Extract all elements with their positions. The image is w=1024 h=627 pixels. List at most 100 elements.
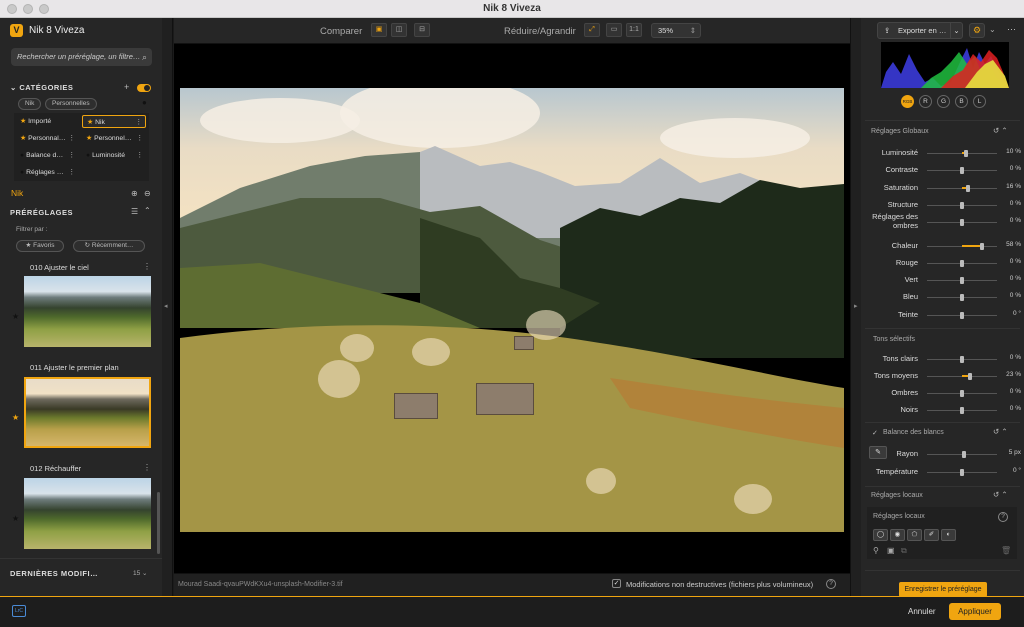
category-item[interactable]: ● Réglages … ⋮ (16, 166, 78, 179)
star-icon[interactable]: ★ (12, 514, 19, 523)
search-input[interactable]: Rechercher un préréglage, un filtre… ⌕ (11, 48, 152, 66)
preset-thumbnail[interactable] (24, 478, 151, 549)
help-icon[interactable]: ? (998, 512, 1008, 522)
categories-header[interactable]: ⌄ CATÉGORIES (10, 83, 73, 92)
recent-filter-button[interactable]: ↻ Récemment… (73, 240, 145, 252)
favorites-filter-button[interactable]: ★ Favoris (16, 240, 64, 252)
luminosity-mask-icon[interactable]: ◐ (941, 529, 956, 541)
slider-track[interactable] (927, 373, 997, 380)
remove-circle-icon[interactable]: ⊖ (144, 189, 151, 198)
left-panel-collapse[interactable]: ◂ (162, 18, 173, 596)
slider-track[interactable] (927, 259, 997, 267)
category-item[interactable]: ★ Importé (16, 115, 78, 128)
duplicate-icon[interactable]: ⧉ (901, 546, 907, 556)
polygon-lasso-icon[interactable]: ⬠ (907, 529, 922, 541)
slider-track[interactable] (927, 451, 997, 458)
category-item-selected[interactable]: ★ Nik ⋮ (82, 115, 146, 128)
star-icon[interactable]: ★ (12, 413, 19, 422)
kebab-menu-icon[interactable]: ⋮ (68, 132, 75, 145)
control-point-icon[interactable]: ◯ (873, 529, 888, 541)
radial-point-icon[interactable]: ◉ (890, 529, 905, 541)
star-icon[interactable]: ★ (12, 312, 19, 321)
slider-handle[interactable] (960, 167, 964, 175)
slider-track[interactable] (927, 468, 997, 476)
export-button[interactable]: ⇪ Exporter en … ⌄ (877, 22, 963, 39)
slider-track[interactable] (927, 390, 997, 397)
slider-track[interactable] (927, 294, 997, 302)
one-to-one-button[interactable]: 1:1 (626, 23, 642, 37)
add-circle-icon[interactable]: ⊕ (131, 189, 138, 198)
slider-track[interactable] (927, 167, 997, 175)
non-destructive-checkbox[interactable]: ✓ (612, 579, 621, 588)
last-modifications-header[interactable]: DERNIÈRES MODIFI… 15 ⌄ (0, 558, 162, 588)
filter-pill-nik[interactable]: Nik (18, 98, 42, 110)
slider-track[interactable] (927, 277, 997, 285)
fit-screen-button[interactable]: ⤢ (584, 23, 600, 37)
kebab-menu-icon[interactable]: ⋮ (136, 149, 143, 162)
channel-r-button[interactable]: R (919, 95, 932, 108)
slider-track[interactable] (927, 150, 997, 157)
more-options-icon[interactable]: ⋯ (1007, 24, 1016, 35)
slider-handle[interactable] (960, 468, 964, 476)
slider-handle[interactable] (980, 242, 985, 250)
slider-track[interactable] (927, 201, 997, 209)
slider-handle[interactable] (960, 201, 964, 209)
channel-b-button[interactable]: B (955, 95, 968, 108)
global-reset-icon[interactable]: ↺ ⌃ (993, 126, 1008, 135)
save-preset-button[interactable]: Enregistrer le préréglage (899, 582, 987, 597)
channel-g-button[interactable]: G (937, 95, 950, 108)
list-menu-icon[interactable]: ☰ (131, 207, 138, 216)
apply-button[interactable]: Appliquer (949, 603, 1001, 620)
slider-handle[interactable] (960, 277, 964, 285)
slider-track[interactable] (927, 311, 997, 319)
filter-pill-personnelles[interactable]: Personnelles (45, 98, 97, 110)
slider-handle[interactable] (960, 294, 964, 302)
kebab-menu-icon[interactable]: ⋮ (143, 463, 151, 472)
brush-icon[interactable]: ✐ (924, 529, 939, 541)
compare-single-button[interactable]: ▣ (371, 23, 387, 37)
category-item[interactable]: ● Balance d… ⋮ (16, 149, 78, 162)
slider-handle[interactable] (960, 259, 964, 267)
cancel-button[interactable]: Annuler (908, 607, 936, 616)
channel-l-button[interactable]: L (973, 95, 986, 108)
slider-track[interactable] (927, 219, 997, 227)
slider-track[interactable] (927, 407, 997, 414)
slider-handle[interactable] (960, 219, 964, 227)
slider-handle[interactable] (965, 184, 970, 192)
category-item[interactable]: ● Luminosité ⋮ (82, 149, 146, 162)
slider-handle[interactable] (960, 390, 964, 397)
kebab-menu-icon[interactable]: ⋮ (135, 116, 142, 129)
category-item[interactable]: ★ Personnal… ⋮ (16, 132, 78, 145)
category-item[interactable]: ★ Personnel… ⋮ (82, 132, 146, 145)
chevron-up-icon[interactable]: ⌃ (144, 206, 151, 215)
compare-split-button[interactable]: ◫ (391, 23, 407, 37)
mask-icon[interactable]: ▣ (887, 546, 895, 555)
slider-track[interactable] (927, 242, 997, 250)
add-category-icon[interactable]: + (124, 82, 129, 92)
kebab-menu-icon[interactable]: ⋮ (143, 262, 151, 271)
kebab-menu-icon[interactable]: ⋮ (68, 166, 75, 179)
zoom-select[interactable]: 35% ⇕ (651, 23, 701, 38)
preset-thumbnail-selected[interactable] (24, 377, 151, 448)
chevron-down-icon[interactable]: ⌄ (950, 23, 962, 38)
compare-vertical-button[interactable]: ⊟ (414, 23, 430, 37)
presets-header[interactable]: PRÉRÉGLAGES (10, 208, 73, 217)
categories-toggle[interactable] (137, 84, 151, 92)
slider-track[interactable] (927, 356, 997, 363)
chevron-down-icon[interactable]: ⌄ (989, 25, 996, 34)
slider-handle[interactable] (963, 150, 968, 157)
help-icon[interactable]: ? (826, 579, 836, 589)
trash-icon[interactable]: 🗑 (1001, 546, 1011, 555)
slider-handle[interactable] (960, 311, 964, 319)
slider-track[interactable] (927, 184, 997, 192)
slider-handle[interactable] (961, 451, 966, 458)
right-panel-collapse[interactable]: ▸ (850, 18, 861, 596)
checkmark-icon[interactable]: ✓ (872, 429, 878, 437)
channel-rgb-button[interactable]: RGB (901, 95, 914, 108)
fill-screen-button[interactable]: ▭ (606, 23, 622, 37)
preset-scrollbar[interactable] (157, 492, 160, 554)
settings-gear-icon[interactable]: ⚙ (969, 23, 985, 38)
white-balance-reset-icon[interactable]: ↺ ⌃ (993, 427, 1008, 436)
slider-handle[interactable] (968, 373, 973, 380)
slider-handle[interactable] (960, 407, 964, 414)
